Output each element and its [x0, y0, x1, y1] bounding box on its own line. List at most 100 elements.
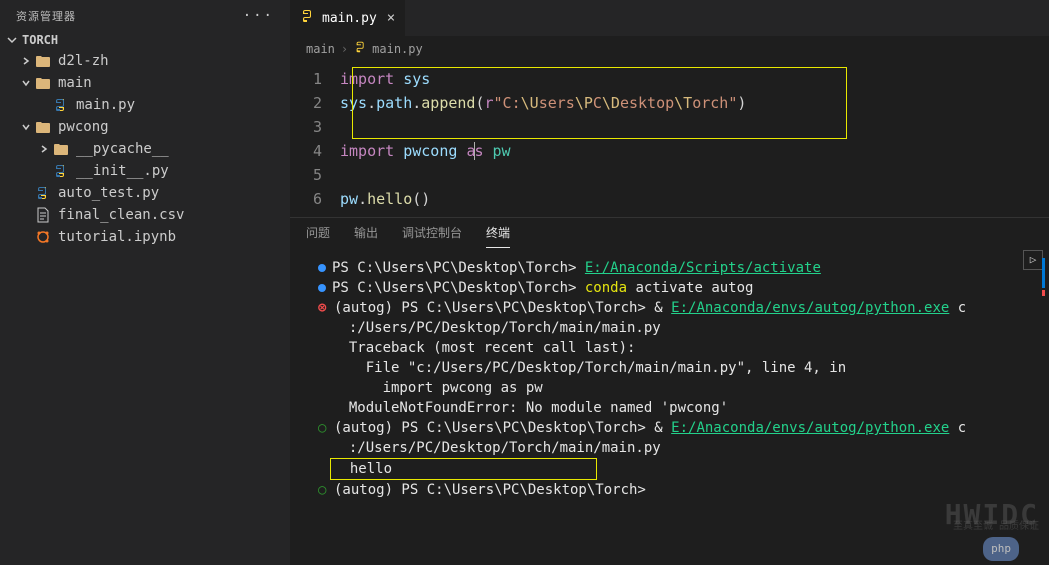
folder-icon: [34, 75, 52, 91]
code-content: pw.hello(): [340, 187, 1049, 211]
tree-item-label: tutorial.ipynb: [58, 229, 176, 245]
tree-item-label: main: [58, 75, 92, 91]
line-number: 3: [290, 115, 340, 139]
editor-tab[interactable]: main.py ×: [290, 0, 406, 36]
line-number: 1: [290, 67, 340, 91]
code-line[interactable]: 1import sys: [290, 67, 1049, 91]
bottom-panel: 问题输出调试控制台终端 PS C:\Users\PC\Desktop\Torch…: [290, 217, 1049, 565]
terminal-line: ModuleNotFoundError: No module named 'pw…: [318, 398, 1021, 418]
code-line[interactable]: 3: [290, 115, 1049, 139]
close-icon[interactable]: ×: [387, 10, 395, 26]
terminal-line: ⊗(autog) PS C:\Users\PC\Desktop\Torch> &…: [318, 298, 1021, 318]
highlight-box-terminal: hello: [330, 458, 597, 480]
chevron-icon: [18, 56, 34, 66]
terminal-line: ○(autog) PS C:\Users\PC\Desktop\Torch>: [318, 480, 1021, 500]
line-number: 2: [290, 91, 340, 115]
terminal-action-icon[interactable]: ▷: [1023, 250, 1043, 270]
folder-icon: [52, 141, 70, 157]
terminal-line: File "c:/Users/PC/Desktop/Torch/main/mai…: [318, 358, 1021, 378]
tree-item-main[interactable]: main: [0, 72, 290, 94]
chevron-icon: [18, 78, 34, 88]
watermark: HWIDC: [945, 505, 1039, 525]
terminal-line: import pwcong as pw: [318, 378, 1021, 398]
tree-item-label: d2l-zh: [58, 53, 109, 69]
tree-item-label: pwcong: [58, 119, 109, 135]
line-number: 6: [290, 187, 340, 211]
tree-root-label[interactable]: TORCH: [0, 30, 290, 50]
code-content: import sys: [340, 67, 1049, 91]
code-content: sys.path.append(r"C:\Users\PC\Desktop\To…: [340, 91, 1049, 115]
code-line[interactable]: 4import pwcong as pw: [290, 139, 1049, 163]
python-icon: [52, 97, 70, 113]
line-number: 4: [290, 139, 340, 163]
status-dot-icon: [318, 284, 326, 292]
breadcrumb-folder: main: [306, 42, 335, 56]
panel-tab-3[interactable]: 终端: [486, 224, 510, 248]
panel-tab-2[interactable]: 调试控制台: [402, 224, 462, 248]
terminal-line: Traceback (most recent call last):: [318, 338, 1021, 358]
sidebar-header: 资源管理器 ···: [0, 0, 290, 28]
code-content: [340, 163, 1049, 187]
tree-item-label: __init__.py: [76, 163, 169, 179]
terminal-side-icons: ▷: [1023, 250, 1043, 270]
tree-item-label: auto_test.py: [58, 185, 159, 201]
chevron-right-icon: ›: [341, 42, 348, 56]
main-area: main.py × main › main.py 1import sys2sys…: [290, 0, 1049, 565]
line-number: 5: [290, 163, 340, 187]
sidebar: 资源管理器 ··· TORCH d2l-zh main main.py pwcong _…: [0, 0, 290, 565]
code-line[interactable]: 6pw.hello(): [290, 187, 1049, 211]
panel-tabs: 问题输出调试控制台终端: [290, 218, 1049, 248]
tree-item-main-py[interactable]: main.py: [0, 94, 290, 116]
chevron-down-icon: [6, 34, 18, 46]
tree-item-__pycache__[interactable]: __pycache__: [0, 138, 290, 160]
file-tree: TORCH d2l-zh main main.py pwcong __pycache__…: [0, 28, 290, 250]
terminal-line: PS C:\Users\PC\Desktop\Torch> conda acti…: [318, 278, 1021, 298]
tree-item-d2l-zh[interactable]: d2l-zh: [0, 50, 290, 72]
code-content: import pwcong as pw: [340, 139, 1049, 163]
status-dot-icon: [318, 264, 326, 272]
tree-item-auto_test-py[interactable]: auto_test.py: [0, 182, 290, 204]
python-icon: [52, 163, 70, 179]
tree-item-label: __pycache__: [76, 141, 169, 157]
chevron-icon: [36, 144, 52, 154]
terminal[interactable]: PS C:\Users\PC\Desktop\Torch> E:/Anacond…: [290, 248, 1049, 565]
breadcrumb[interactable]: main › main.py: [290, 36, 1049, 61]
file-icon: [34, 207, 52, 223]
scroll-marker: [1042, 258, 1045, 288]
terminal-line: ○(autog) PS C:\Users\PC\Desktop\Torch> &…: [318, 418, 1021, 438]
terminal-line: :/Users/PC/Desktop/Torch/main/main.py: [318, 318, 1021, 338]
breadcrumb-file: main.py: [372, 42, 423, 56]
watermark-sub: 至真至诚 品质保证: [953, 517, 1039, 537]
notebook-icon: [34, 229, 52, 245]
tab-label: main.py: [322, 11, 377, 26]
terminal-line: PS C:\Users\PC\Desktop\Torch> E:/Anacond…: [318, 258, 1021, 278]
more-icon[interactable]: ···: [243, 8, 274, 24]
tree-item-label: final_clean.csv: [58, 207, 184, 223]
tab-bar: main.py ×: [290, 0, 1049, 36]
folder-icon: [34, 53, 52, 69]
python-file-icon: [354, 40, 368, 57]
chevron-icon: [18, 122, 34, 132]
tree-item-final_clean-csv[interactable]: final_clean.csv: [0, 204, 290, 226]
code-line[interactable]: 5: [290, 163, 1049, 187]
code-editor[interactable]: 1import sys2sys.path.append(r"C:\Users\P…: [290, 61, 1049, 217]
code-content: [340, 115, 1049, 139]
success-icon: ○: [318, 480, 330, 500]
terminal-line: hello: [318, 458, 1021, 480]
panel-tab-1[interactable]: 输出: [354, 224, 378, 248]
tree-item-label: main.py: [76, 97, 135, 113]
code-line[interactable]: 2sys.path.append(r"C:\Users\PC\Desktop\T…: [290, 91, 1049, 115]
tree-item-pwcong[interactable]: pwcong: [0, 116, 290, 138]
tree-item-__init__-py[interactable]: __init__.py: [0, 160, 290, 182]
python-icon: [34, 185, 52, 201]
terminal-line: :/Users/PC/Desktop/Torch/main/main.py: [318, 438, 1021, 458]
scroll-marker-error: [1042, 290, 1045, 296]
sidebar-title: 资源管理器: [16, 8, 76, 24]
folder-icon: [34, 119, 52, 135]
php-badge: php: [983, 537, 1019, 561]
panel-tab-0[interactable]: 问题: [306, 224, 330, 248]
success-icon: ○: [318, 418, 330, 438]
error-icon: ⊗: [318, 298, 330, 318]
python-file-icon: [300, 8, 316, 28]
tree-item-tutorial-ipynb[interactable]: tutorial.ipynb: [0, 226, 290, 248]
